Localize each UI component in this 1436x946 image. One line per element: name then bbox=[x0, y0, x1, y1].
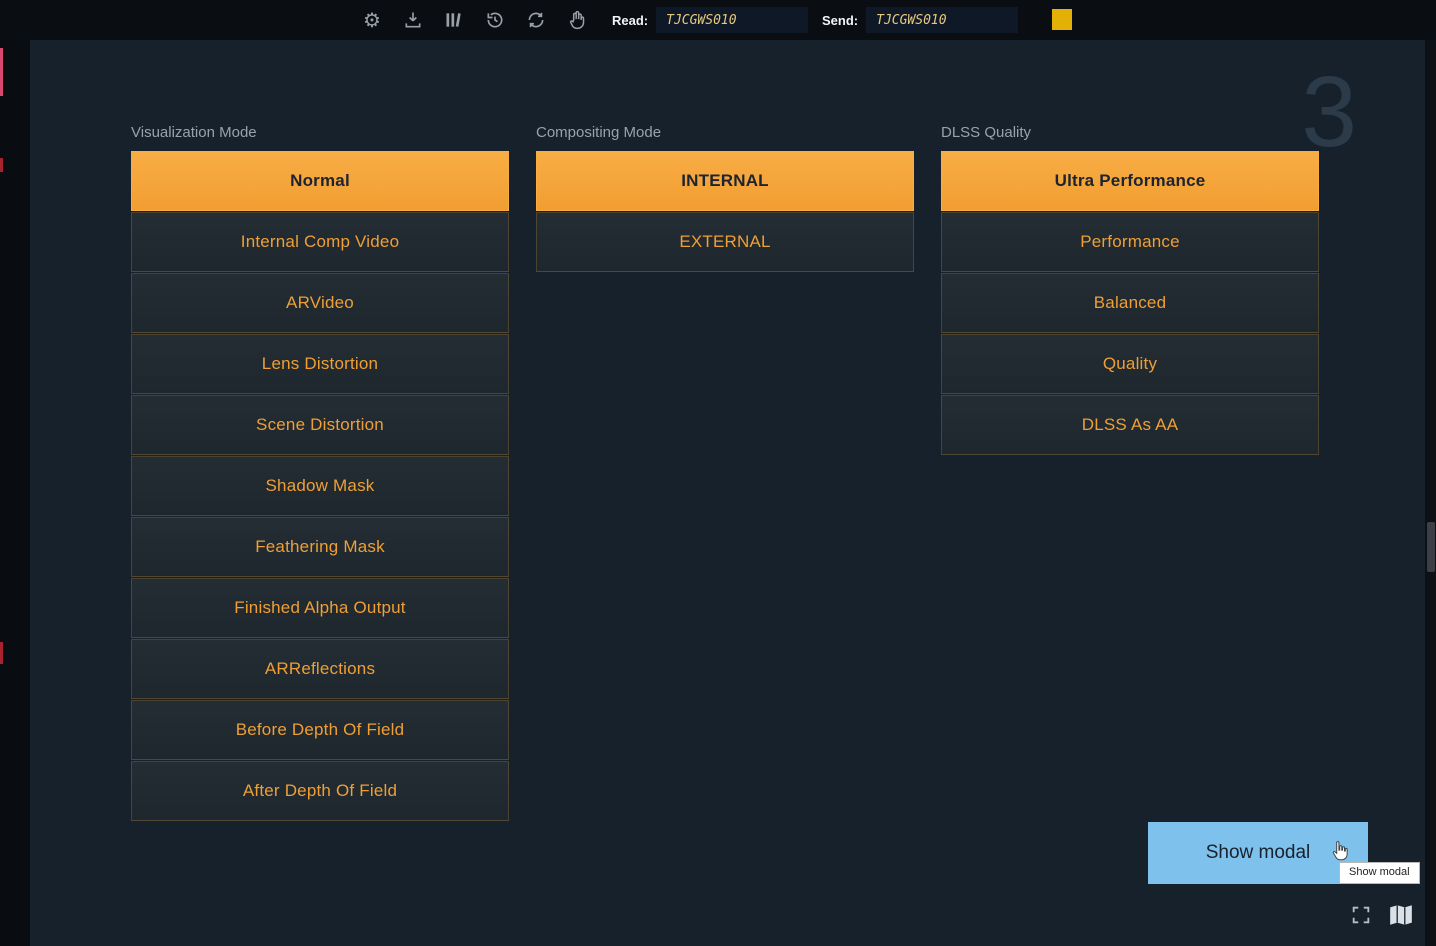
pan-hand-icon[interactable] bbox=[565, 8, 589, 32]
option-group: Visualization Mode NormalInternal Comp Vi… bbox=[131, 124, 509, 822]
status-indicator bbox=[1052, 9, 1072, 30]
read-label: Read: bbox=[612, 13, 648, 28]
topbar: ⚙ Read: Send: bbox=[0, 0, 1436, 40]
option-button-internal[interactable]: INTERNAL bbox=[536, 151, 914, 211]
option-button-quality[interactable]: Quality bbox=[941, 334, 1319, 394]
show-modal-tooltip: Show modal bbox=[1339, 862, 1420, 884]
option-button-balanced[interactable]: Balanced bbox=[941, 273, 1319, 333]
option-button-before-depth-of-field[interactable]: Before Depth Of Field bbox=[131, 700, 509, 760]
fullscreen-icon[interactable] bbox=[1348, 902, 1374, 928]
option-group: DLSS Quality Ultra PerformancePerformance… bbox=[941, 124, 1319, 456]
send-label: Send: bbox=[822, 13, 858, 28]
option-button-normal[interactable]: Normal bbox=[131, 151, 509, 211]
option-columns: Visualization Mode NormalInternal Comp Vi… bbox=[131, 124, 1319, 822]
option-button-external[interactable]: EXTERNAL bbox=[536, 212, 914, 272]
main-panel: 3 Visualization ModeNormalInternal Comp … bbox=[30, 40, 1425, 946]
option-button-shadow-mask[interactable]: Shadow Mask bbox=[131, 456, 509, 516]
option-button-after-depth-of-field[interactable]: After Depth Of Field bbox=[131, 761, 509, 821]
toolbar-icons: ⚙ bbox=[360, 0, 589, 40]
scrollbar-track bbox=[1425, 40, 1436, 946]
option-group: Compositing Mode INTERNALEXTERNAL bbox=[536, 124, 914, 273]
edge-artifact bbox=[0, 48, 3, 96]
edge-artifact bbox=[0, 158, 3, 172]
history-icon[interactable] bbox=[483, 8, 507, 32]
left-edge-strip bbox=[0, 40, 30, 946]
pointer-cursor bbox=[1328, 840, 1350, 862]
download-icon[interactable] bbox=[401, 8, 425, 32]
option-button-finished-alpha-output[interactable]: Finished Alpha Output bbox=[131, 578, 509, 638]
send-field: Send: bbox=[822, 0, 1018, 40]
read-input[interactable] bbox=[656, 7, 808, 33]
option-button-internal-comp-video[interactable]: Internal Comp Video bbox=[131, 212, 509, 272]
option-button-ultra-performance[interactable]: Ultra Performance bbox=[941, 151, 1319, 211]
corner-icons bbox=[1348, 902, 1414, 928]
library-icon[interactable] bbox=[442, 8, 466, 32]
group-label: DLSS Quality bbox=[941, 124, 1319, 142]
settings-icon[interactable]: ⚙ bbox=[360, 8, 384, 32]
option-button-lens-distortion[interactable]: Lens Distortion bbox=[131, 334, 509, 394]
map-icon[interactable] bbox=[1388, 902, 1414, 928]
option-button-dlss-as-aa[interactable]: DLSS As AA bbox=[941, 395, 1319, 455]
sync-icon[interactable] bbox=[524, 8, 548, 32]
read-field: Read: bbox=[612, 0, 808, 40]
group-label: Compositing Mode bbox=[536, 124, 914, 142]
option-button-scene-distortion[interactable]: Scene Distortion bbox=[131, 395, 509, 455]
edge-artifact bbox=[0, 642, 3, 664]
option-button-arreflections[interactable]: ARReflections bbox=[131, 639, 509, 699]
send-input[interactable] bbox=[866, 7, 1018, 33]
scrollbar-thumb[interactable] bbox=[1427, 522, 1435, 572]
group-label: Visualization Mode bbox=[131, 124, 509, 142]
option-button-arvideo[interactable]: ARVideo bbox=[131, 273, 509, 333]
option-button-feathering-mask[interactable]: Feathering Mask bbox=[131, 517, 509, 577]
option-button-performance[interactable]: Performance bbox=[941, 212, 1319, 272]
